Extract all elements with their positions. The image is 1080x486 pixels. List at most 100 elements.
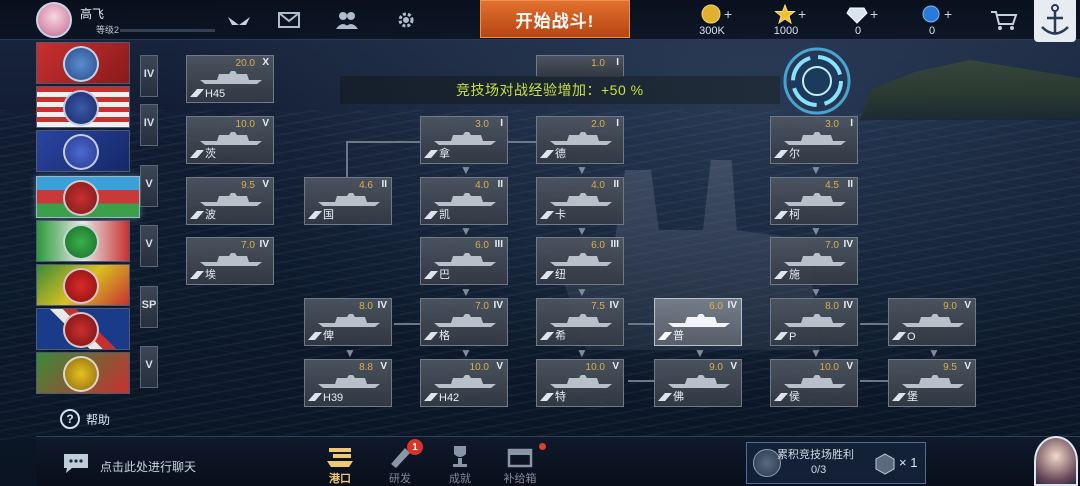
ship-card[interactable]: 4.6 II 国 (304, 177, 392, 225)
down-arrow-icon: ▼ (810, 163, 822, 177)
ship-tier: V (964, 361, 971, 372)
soviet-emblem-icon (63, 268, 99, 304)
anchor-button[interactable] (1034, 0, 1076, 42)
down-arrow-icon: ▼ (928, 346, 940, 360)
nav-harbor[interactable]: 港口 (312, 440, 368, 486)
ship-card[interactable]: 3.0 I 拿 (420, 116, 508, 164)
tier-tab[interactable]: IV (140, 55, 158, 97)
nation-tab-soviet[interactable] (36, 264, 130, 306)
ship-type-icon (540, 393, 554, 401)
currency-gold[interactable]: + 300K (682, 2, 742, 38)
ship-tier: IV (377, 300, 387, 311)
ship-card[interactable]: 10.0 V 茨 (186, 116, 274, 164)
start-battle-button[interactable]: 开始战斗! (480, 0, 630, 38)
ship-card[interactable]: 6.0 III 巴 (420, 237, 508, 285)
chat-bubble-icon[interactable] (62, 452, 90, 474)
nation-tab-italy[interactable] (36, 220, 130, 262)
ship-card[interactable]: 9.0 V O (888, 298, 976, 346)
player-avatar[interactable] (36, 2, 72, 38)
nation-tab-germany[interactable] (36, 176, 140, 218)
ship-silhouette-icon (434, 375, 496, 388)
currency-star[interactable]: + 1000 (756, 2, 816, 38)
ship-card[interactable]: 9.0 V 佛 (654, 359, 742, 407)
ship-type-icon (540, 332, 554, 340)
ship-level: 9.0 (709, 362, 723, 373)
ship-tier: IV (493, 300, 503, 311)
ship-tier: II (847, 179, 853, 190)
ship-card[interactable]: 7.0 IV 埃 (186, 237, 274, 285)
ship-card[interactable]: 4.0 II 凯 (420, 177, 508, 225)
tree-connector (394, 323, 420, 325)
settings-gear-icon[interactable] (394, 9, 418, 31)
ship-card[interactable]: 3.0 I 尔 (770, 116, 858, 164)
ship-name: 卡 (555, 209, 566, 221)
arena-bonus-notice: 竞技场对战经验增加：+50 % (340, 76, 780, 104)
ship-name: 德 (555, 148, 566, 160)
ship-name: 侯 (789, 391, 800, 403)
ship-card[interactable]: 8.0 IV P (770, 298, 858, 346)
ship-card[interactable]: 9.5 V 堡 (888, 359, 976, 407)
ship-card-owned[interactable]: 6.0 IV 普 (654, 298, 742, 346)
diamond-icon (846, 7, 868, 24)
ship-card[interactable]: 4.5 II 柯 (770, 177, 858, 225)
tier-tab[interactable]: V (140, 225, 158, 267)
nation-tab-france[interactable] (36, 130, 130, 172)
ship-card[interactable]: 8.0 IV 俾 (304, 298, 392, 346)
ship-name: 特 (555, 391, 566, 403)
ship-type-icon (424, 332, 438, 340)
ship-level: 7.5 (591, 301, 605, 312)
arena-win-task[interactable]: 累积竞技场胜利 0/3 × 1 (746, 442, 926, 484)
france-emblem-icon (63, 134, 99, 170)
nation-tab-japan[interactable] (36, 42, 130, 84)
ship-card[interactable]: 10.0 V 特 (536, 359, 624, 407)
tier-tab[interactable]: SP (140, 286, 158, 328)
radar-ring-icon[interactable] (780, 44, 854, 118)
help-link[interactable]: ? 帮助 (60, 409, 110, 429)
ship-card[interactable]: 20.0 X H45 (186, 55, 274, 103)
ship-card[interactable]: 2.0 I 德 (536, 116, 624, 164)
ship-card[interactable]: 7.0 IV 格 (420, 298, 508, 346)
ship-card[interactable]: 8.8 V H39 (304, 359, 392, 407)
wings-icon[interactable] (226, 15, 252, 29)
ship-level: 9.0 (943, 301, 957, 312)
ship-type-icon (424, 211, 438, 219)
down-arrow-icon: ▼ (460, 346, 472, 360)
nation-tab-usa[interactable] (36, 86, 130, 128)
ship-card[interactable]: 7.5 IV 希 (536, 298, 624, 346)
ship-level: 10.0 (819, 362, 839, 373)
ship-card[interactable]: 6.0 III 纽 (536, 237, 624, 285)
ship-type-icon (424, 271, 438, 279)
ship-tier: III (610, 239, 619, 250)
captain-portrait[interactable] (1034, 436, 1078, 486)
nav-label: 成就 (449, 473, 471, 485)
down-arrow-icon: ▼ (576, 285, 588, 299)
ship-card[interactable]: 7.0 IV 施 (770, 237, 858, 285)
ship-card[interactable]: 9.5 V 波 (186, 177, 274, 225)
ship-type-icon (190, 150, 204, 158)
down-arrow-icon: ▼ (460, 285, 472, 299)
nation-tab-uk[interactable] (36, 308, 130, 350)
tree-connector (628, 323, 654, 325)
currency-gem[interactable]: + 0 (902, 2, 962, 38)
mail-icon[interactable] (277, 9, 301, 31)
currency-value: 300K (699, 25, 725, 37)
chat-input-prompt[interactable]: 点击此处进行聊天 (100, 458, 196, 475)
nation-tabs (36, 42, 140, 398)
down-arrow-icon: ▼ (344, 346, 356, 360)
tier-tab[interactable]: V (140, 346, 158, 388)
ship-card[interactable]: 10.0 V 侯 (770, 359, 858, 407)
shop-cart-icon[interactable] (990, 9, 1018, 31)
friends-icon[interactable] (335, 9, 359, 31)
ship-card[interactable]: 10.0 V H42 (420, 359, 508, 407)
ship-card[interactable]: 1.0 I (536, 55, 624, 77)
nation-tab-pan-asia[interactable] (36, 352, 130, 394)
ship-name: 国 (323, 209, 334, 221)
ship-type-icon (658, 332, 672, 340)
ship-card[interactable]: 4.0 II 卡 (536, 177, 624, 225)
notification-dot (539, 443, 546, 450)
help-question-icon: ? (60, 409, 80, 429)
currency-diamond[interactable]: + 0 (828, 2, 888, 38)
tier-tab[interactable]: V (140, 165, 158, 207)
nav-achievements[interactable]: 成就 (432, 440, 488, 486)
tier-tab[interactable]: IV (140, 104, 158, 146)
